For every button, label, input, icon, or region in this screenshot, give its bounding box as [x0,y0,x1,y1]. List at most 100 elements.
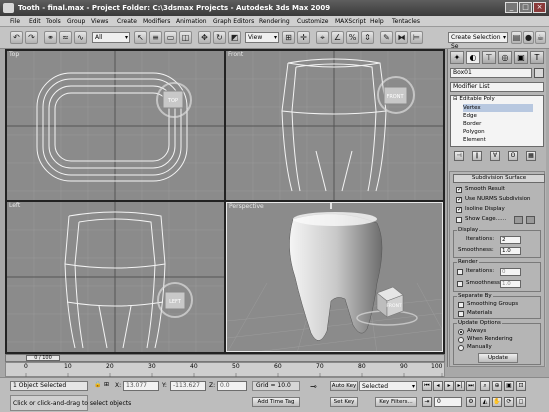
selection-filter-dropdown[interactable]: All [92,32,130,43]
modifier-list-dropdown[interactable]: Modifier List [450,82,544,92]
subdivision-rollout-title[interactable]: Subdivision Surface [453,174,545,183]
render-smoothness-spinner[interactable]: 1.0 [500,280,521,288]
maximize-button[interactable]: □ [519,2,532,13]
menu-customize[interactable]: Customize [297,17,329,26]
smoothness-spinner[interactable]: 1.0 [500,247,521,255]
named-selection-dropdown[interactable]: Create Selection Se [448,32,508,50]
menu-rendering[interactable]: Rendering [259,17,290,26]
menu-tools[interactable]: Tools [46,17,61,26]
current-frame-field[interactable]: 0 [434,397,462,407]
reference-coord-dropdown[interactable]: View [245,32,279,43]
menu-animation[interactable]: Animation [176,17,207,26]
redo-icon[interactable]: ↷ [25,31,38,44]
layer-icon[interactable]: ▤ [511,31,522,44]
menu-views[interactable]: Views [91,17,108,26]
menu-graph-editors[interactable]: Graph Editors [213,17,254,26]
spinner-snap-icon[interactable]: ⇕ [361,31,374,44]
unlink-icon[interactable]: ≈ [59,31,72,44]
menu-maxscript[interactable]: MAXScript [335,17,366,26]
render-smoothness-checkbox[interactable] [457,281,463,287]
select-icon[interactable]: ↖ [134,31,147,44]
viewport-label-top[interactable]: Top [9,51,19,58]
time-slider-thumb[interactable]: 0 / 100 [26,355,60,361]
menu-file[interactable]: File [10,17,20,26]
set-key-button[interactable]: Set Key [330,397,358,407]
manually-radio[interactable] [458,345,464,351]
render-iterations-checkbox[interactable] [457,269,463,275]
select-by-name-icon[interactable]: ≡ [149,31,162,44]
menu-help[interactable]: Help [370,17,384,26]
viewport-top[interactable]: TOP Top [7,51,224,200]
remove-modifier-icon[interactable]: ʘ [508,151,518,161]
x-coordinate-field[interactable]: 13.077 [123,381,159,391]
stack-item-vertex[interactable]: Vertex [463,104,533,112]
configure-sets-icon[interactable]: ▦ [526,151,536,161]
add-time-tag-button[interactable]: Add Time Tag [252,397,300,407]
stack-root[interactable]: ⊟ Editable Poly [453,96,495,103]
menu-group[interactable]: Group [67,17,85,26]
go-to-end-icon[interactable]: ⏭ [466,381,476,391]
make-unique-icon[interactable]: ∀ [490,151,500,161]
field-of-view-icon[interactable]: ◭ [480,397,490,407]
modify-tab-icon[interactable]: ◐ [466,51,480,64]
utilities-tab-icon[interactable]: T [530,51,544,64]
isoline-checkbox[interactable] [456,206,462,213]
pin-stack-icon[interactable]: ⊣ [454,151,464,161]
edit-named-sel-icon[interactable]: ✎ [380,31,393,44]
render-iterations-spinner[interactable]: 0 [500,268,521,276]
show-end-result-icon[interactable]: ∥ [472,151,482,161]
menu-modifiers[interactable]: Modifiers [143,17,170,26]
play-icon[interactable]: ▸ [444,381,454,391]
maximize-viewport-icon[interactable]: ◻ [516,397,526,407]
pan-icon[interactable]: ✋ [492,397,502,407]
show-cage-checkbox[interactable] [456,217,462,223]
stack-item-element[interactable]: Element [463,136,486,144]
absolute-mode-icon[interactable]: ⊞ [104,381,109,389]
zoom-all-icon[interactable]: ⊕ [492,381,502,391]
zoom-extents-all-icon[interactable]: ⊡ [516,381,526,391]
go-to-start-icon[interactable]: ⏮ [422,381,432,391]
minimize-button[interactable]: _ [505,2,518,13]
y-coordinate-field[interactable]: -113.627 [170,381,206,391]
quick-render-icon[interactable]: ☕ [535,31,546,44]
menu-edit[interactable]: Edit [29,17,41,26]
move-icon[interactable]: ✥ [198,31,211,44]
hierarchy-tab-icon[interactable]: ⊤ [482,51,496,64]
manipulate-icon[interactable]: ✛ [297,31,310,44]
undo-icon[interactable]: ↶ [10,31,23,44]
cage-color-swatch-1[interactable] [514,216,523,224]
create-tab-icon[interactable]: ✦ [450,51,464,64]
rotate-icon[interactable]: ↻ [213,31,226,44]
viewport-label-left[interactable]: Left [9,202,20,209]
next-frame-icon[interactable]: ▸| [455,381,465,391]
stack-item-edge[interactable]: Edge [463,112,477,120]
window-crossing-icon[interactable]: ◫ [179,31,192,44]
material-editor-icon[interactable]: ● [523,31,534,44]
bind-spacewarp-icon[interactable]: ∿ [74,31,87,44]
object-color-swatch[interactable] [534,68,544,78]
pivot-icon[interactable]: ⊞ [282,31,295,44]
align-icon[interactable]: ⊨ [410,31,423,44]
iterations-spinner[interactable]: 2 [500,236,521,244]
viewport-label-front[interactable]: Front [228,51,243,58]
motion-tab-icon[interactable]: ◎ [498,51,512,64]
stack-item-border[interactable]: Border [463,120,481,128]
percent-snap-icon[interactable]: % [346,31,359,44]
tooth-model[interactable] [289,213,383,341]
menu-create[interactable]: Create [117,17,137,26]
viewport-left[interactable]: LEFT Left [7,202,224,352]
smoothing-groups-checkbox[interactable] [458,302,464,308]
smooth-result-checkbox[interactable] [456,186,462,193]
key-filters-button[interactable]: Key Filters... [375,397,417,407]
snap-icon[interactable]: ⌖ [316,31,329,44]
cage-color-swatch-2[interactable] [526,216,535,224]
always-radio[interactable] [458,329,464,335]
auto-key-button[interactable]: Auto Key [330,381,358,391]
scale-icon[interactable]: ◩ [228,31,241,44]
mirror-icon[interactable]: ⧓ [395,31,408,44]
use-nurms-checkbox[interactable] [456,196,462,203]
track-bar[interactable]: 0 10 20 30 40 50 60 70 80 90 100 [5,362,445,378]
lock-icon[interactable]: 🔒 [94,381,101,389]
viewport-front[interactable]: FRONT Front [226,51,443,200]
previous-frame-icon[interactable]: ◂ [433,381,443,391]
